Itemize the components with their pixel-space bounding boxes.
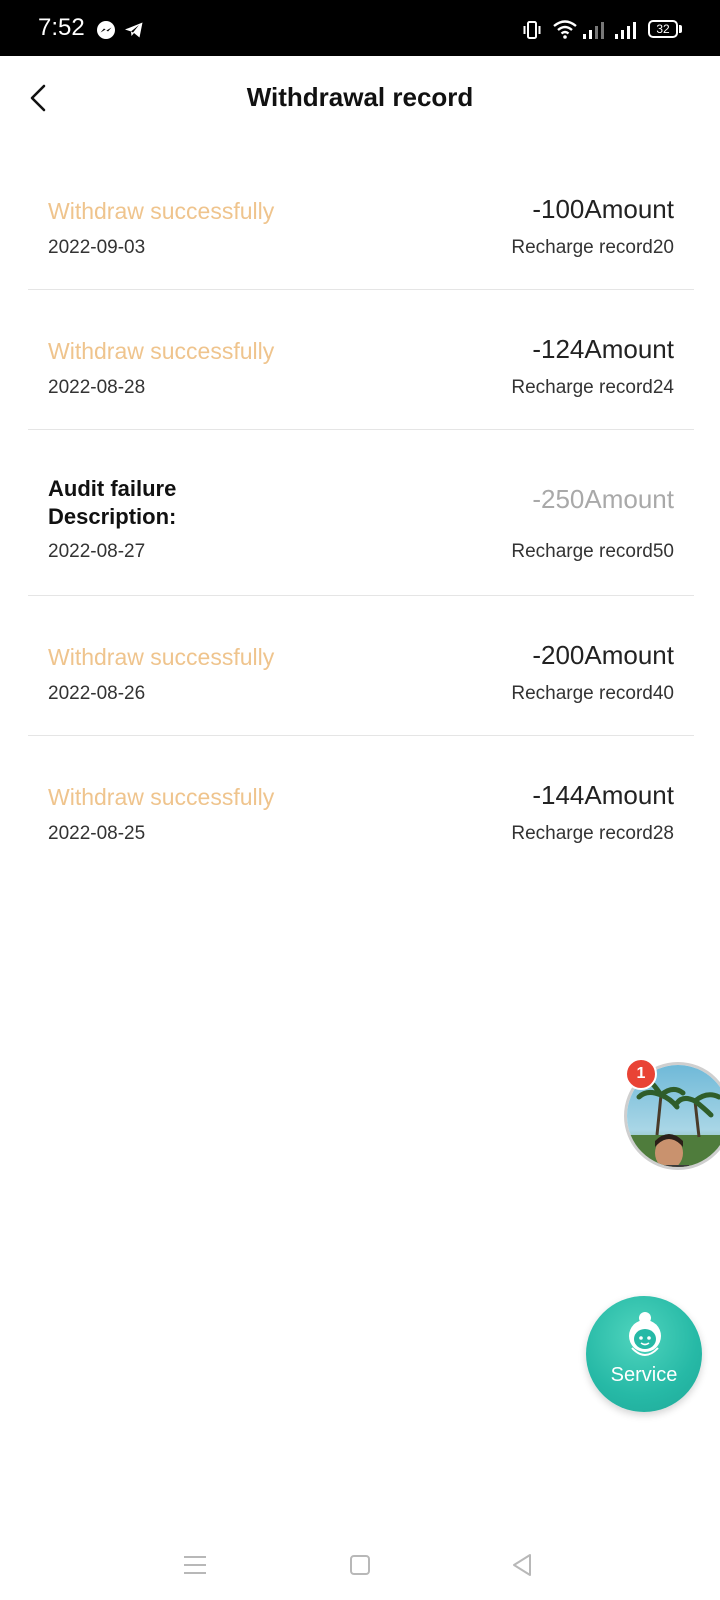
record-recharge: Recharge record24 <box>511 377 674 398</box>
record-amount: -124Amount <box>532 334 674 364</box>
record-date: 2022-08-27 <box>48 541 146 562</box>
record-row[interactable]: Withdraw successfully -200Amount 2022-08… <box>28 596 694 736</box>
vibrate-icon <box>523 21 541 39</box>
messenger-icon <box>97 21 115 39</box>
record-amount: -100Amount <box>532 194 674 224</box>
signal-icon <box>615 22 636 39</box>
header: Withdrawal record <box>0 56 720 140</box>
record-status: Withdraw successfully <box>48 198 275 224</box>
record-amount: -144Amount <box>532 780 674 810</box>
record-list: Withdraw successfully -100Amount 2022-09… <box>28 150 694 876</box>
record-recharge: Recharge record20 <box>511 237 674 258</box>
menu-icon[interactable] <box>180 1550 210 1580</box>
navigation-bar <box>0 1530 720 1600</box>
record-date: 2022-08-28 <box>48 377 146 398</box>
screen: 7:52 32 Withdrawal record Withdraw succe… <box>0 0 720 1600</box>
record-status: Withdraw successfully <box>48 784 275 810</box>
status-time: 7:52 <box>38 14 85 41</box>
telegram-icon <box>125 22 143 38</box>
record-recharge: Recharge record28 <box>511 823 674 844</box>
signal-icon <box>583 22 604 39</box>
notification-badge: 1 <box>625 1058 657 1090</box>
description-label: Description: <box>48 504 177 529</box>
record-recharge: Recharge record40 <box>511 683 674 704</box>
battery-icon: 32 <box>648 20 678 38</box>
record-row[interactable]: Withdraw successfully -124Amount 2022-08… <box>28 290 694 430</box>
page-title: Withdrawal record <box>246 82 474 112</box>
record-date: 2022-08-25 <box>48 823 146 844</box>
customer-service-icon <box>629 1312 661 1356</box>
record-amount: -250Amount <box>532 484 674 514</box>
back-icon[interactable] <box>508 1550 538 1580</box>
record-amount: -200Amount <box>532 640 674 670</box>
audit-failure-label: Audit failure <box>48 476 177 501</box>
home-icon[interactable] <box>345 1550 375 1580</box>
record-date: 2022-08-26 <box>48 683 146 704</box>
record-recharge: Recharge record50 <box>511 541 674 562</box>
wifi-icon <box>553 20 577 39</box>
record-row[interactable]: Withdraw successfully -144Amount 2022-08… <box>28 736 694 876</box>
record-row[interactable]: Withdraw successfully -100Amount 2022-09… <box>28 150 694 290</box>
status-bar: 7:52 32 <box>0 0 720 56</box>
record-status-failed: Audit failure Description: <box>48 475 176 531</box>
record-status: Withdraw successfully <box>48 644 275 670</box>
record-row[interactable]: Audit failure Description: -250Amount 20… <box>28 430 694 596</box>
record-status: Withdraw successfully <box>48 338 275 364</box>
record-date: 2022-09-03 <box>48 237 146 258</box>
service-label: Service <box>610 1364 678 1386</box>
battery-tip <box>679 25 682 33</box>
service-button[interactable]: Service <box>586 1296 702 1412</box>
